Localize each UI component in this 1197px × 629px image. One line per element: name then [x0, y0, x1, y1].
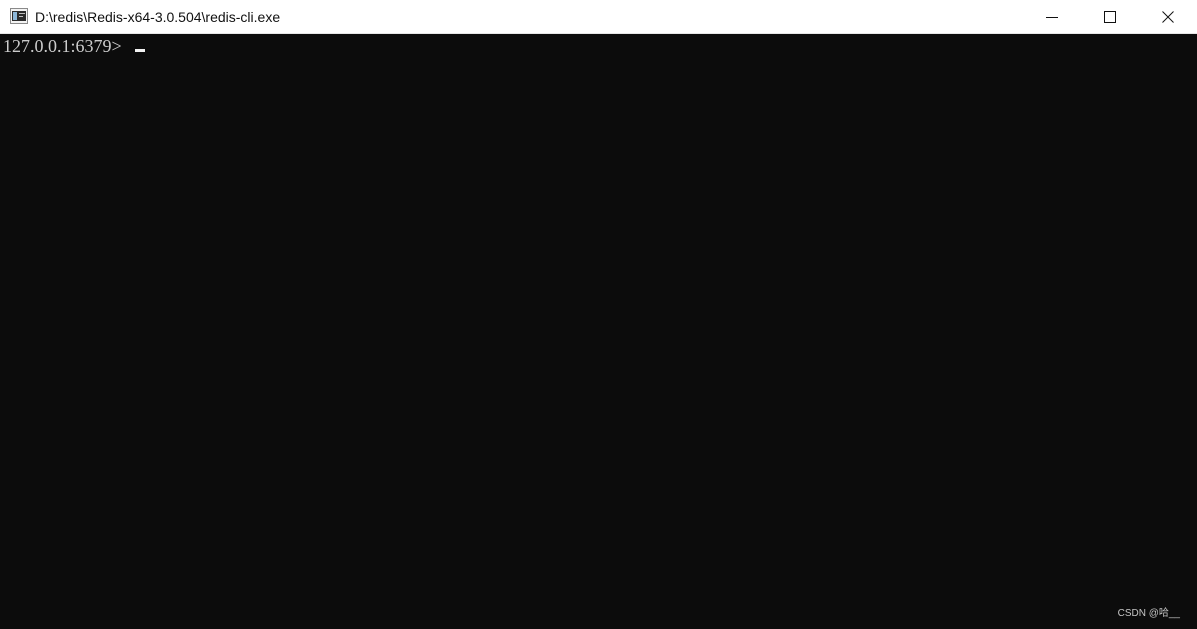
terminal-prompt-line[interactable]: 127.0.0.1:6379> [3, 35, 145, 57]
terminal-cursor [134, 49, 145, 52]
minimize-button[interactable] [1023, 0, 1081, 34]
window-controls [1023, 0, 1197, 34]
close-button[interactable] [1139, 0, 1197, 34]
terminal-area[interactable]: 127.0.0.1:6379> [0, 34, 1197, 629]
console-window-icon [10, 8, 28, 24]
maximize-button[interactable] [1081, 0, 1139, 34]
terminal-prompt: 127.0.0.1:6379> [3, 36, 122, 56]
window-titlebar[interactable]: D:\redis\Redis-x64-3.0.504\redis-cli.exe [0, 0, 1197, 34]
maximize-icon [1104, 11, 1116, 23]
close-icon [1162, 11, 1174, 23]
redis-cli-window: D:\redis\Redis-x64-3.0.504\redis-cli.exe [0, 0, 1197, 629]
minimize-icon [1046, 17, 1058, 18]
watermark-text: CSDN @哈__ [1117, 608, 1180, 619]
window-title: D:\redis\Redis-x64-3.0.504\redis-cli.exe [35, 9, 281, 25]
